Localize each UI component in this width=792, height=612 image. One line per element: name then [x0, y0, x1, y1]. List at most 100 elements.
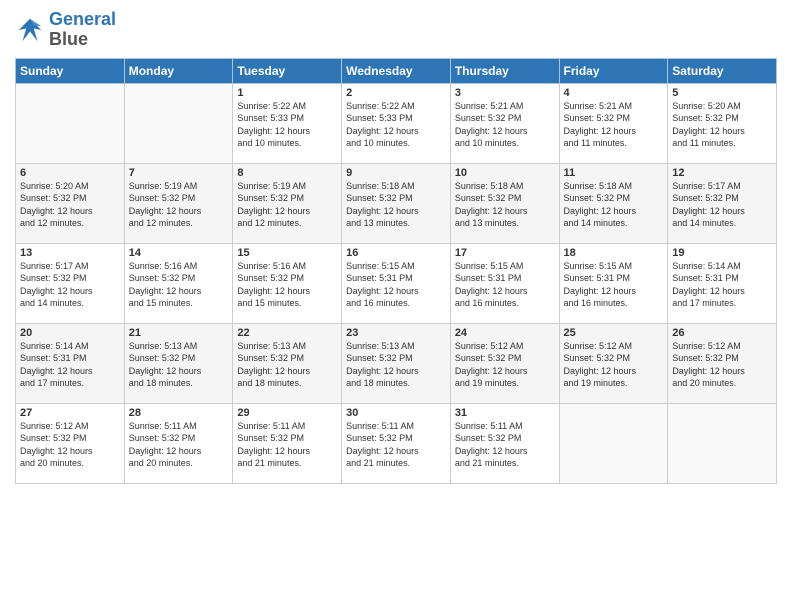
calendar-cell: 21Sunrise: 5:13 AMSunset: 5:32 PMDayligh… [124, 323, 233, 403]
cell-info: Sunrise: 5:14 AMSunset: 5:31 PMDaylight:… [20, 340, 120, 390]
day-number: 16 [346, 247, 446, 259]
cell-info: Sunrise: 5:21 AMSunset: 5:32 PMDaylight:… [455, 100, 555, 150]
calendar-cell: 23Sunrise: 5:13 AMSunset: 5:32 PMDayligh… [342, 323, 451, 403]
cell-info: Sunrise: 5:22 AMSunset: 5:33 PMDaylight:… [237, 100, 337, 150]
day-number: 5 [672, 87, 772, 99]
cell-info: Sunrise: 5:16 AMSunset: 5:32 PMDaylight:… [237, 260, 337, 310]
calendar-cell [16, 83, 125, 163]
day-number: 6 [20, 167, 120, 179]
weekday-header-row: SundayMondayTuesdayWednesdayThursdayFrid… [16, 58, 777, 83]
day-number: 20 [20, 327, 120, 339]
day-number: 11 [564, 167, 664, 179]
weekday-header-wednesday: Wednesday [342, 58, 451, 83]
cell-info: Sunrise: 5:15 AMSunset: 5:31 PMDaylight:… [455, 260, 555, 310]
calendar-cell: 13Sunrise: 5:17 AMSunset: 5:32 PMDayligh… [16, 243, 125, 323]
cell-info: Sunrise: 5:17 AMSunset: 5:32 PMDaylight:… [672, 180, 772, 230]
calendar-cell: 3Sunrise: 5:21 AMSunset: 5:32 PMDaylight… [450, 83, 559, 163]
cell-info: Sunrise: 5:12 AMSunset: 5:32 PMDaylight:… [455, 340, 555, 390]
logo-icon [15, 15, 45, 45]
day-number: 19 [672, 247, 772, 259]
calendar-cell: 26Sunrise: 5:12 AMSunset: 5:32 PMDayligh… [668, 323, 777, 403]
cell-info: Sunrise: 5:13 AMSunset: 5:32 PMDaylight:… [346, 340, 446, 390]
calendar-cell: 30Sunrise: 5:11 AMSunset: 5:32 PMDayligh… [342, 403, 451, 483]
logo-text: General Blue [49, 10, 116, 50]
cell-info: Sunrise: 5:12 AMSunset: 5:32 PMDaylight:… [564, 340, 664, 390]
calendar-cell: 14Sunrise: 5:16 AMSunset: 5:32 PMDayligh… [124, 243, 233, 323]
calendar-cell: 6Sunrise: 5:20 AMSunset: 5:32 PMDaylight… [16, 163, 125, 243]
calendar-cell: 17Sunrise: 5:15 AMSunset: 5:31 PMDayligh… [450, 243, 559, 323]
day-number: 21 [129, 327, 229, 339]
calendar-cell: 28Sunrise: 5:11 AMSunset: 5:32 PMDayligh… [124, 403, 233, 483]
cell-info: Sunrise: 5:19 AMSunset: 5:32 PMDaylight:… [237, 180, 337, 230]
calendar-cell: 16Sunrise: 5:15 AMSunset: 5:31 PMDayligh… [342, 243, 451, 323]
cell-info: Sunrise: 5:18 AMSunset: 5:32 PMDaylight:… [564, 180, 664, 230]
logo: General Blue [15, 10, 116, 50]
cell-info: Sunrise: 5:21 AMSunset: 5:32 PMDaylight:… [564, 100, 664, 150]
day-number: 9 [346, 167, 446, 179]
cell-info: Sunrise: 5:11 AMSunset: 5:32 PMDaylight:… [346, 420, 446, 470]
calendar: SundayMondayTuesdayWednesdayThursdayFrid… [15, 58, 777, 484]
calendar-cell: 27Sunrise: 5:12 AMSunset: 5:32 PMDayligh… [16, 403, 125, 483]
calendar-cell: 1Sunrise: 5:22 AMSunset: 5:33 PMDaylight… [233, 83, 342, 163]
calendar-cell: 7Sunrise: 5:19 AMSunset: 5:32 PMDaylight… [124, 163, 233, 243]
calendar-cell: 25Sunrise: 5:12 AMSunset: 5:32 PMDayligh… [559, 323, 668, 403]
day-number: 22 [237, 327, 337, 339]
weekday-header-monday: Monday [124, 58, 233, 83]
day-number: 4 [564, 87, 664, 99]
week-row-5: 27Sunrise: 5:12 AMSunset: 5:32 PMDayligh… [16, 403, 777, 483]
cell-info: Sunrise: 5:20 AMSunset: 5:32 PMDaylight:… [20, 180, 120, 230]
cell-info: Sunrise: 5:22 AMSunset: 5:33 PMDaylight:… [346, 100, 446, 150]
cell-info: Sunrise: 5:11 AMSunset: 5:32 PMDaylight:… [237, 420, 337, 470]
week-row-2: 6Sunrise: 5:20 AMSunset: 5:32 PMDaylight… [16, 163, 777, 243]
calendar-cell: 4Sunrise: 5:21 AMSunset: 5:32 PMDaylight… [559, 83, 668, 163]
cell-info: Sunrise: 5:11 AMSunset: 5:32 PMDaylight:… [455, 420, 555, 470]
cell-info: Sunrise: 5:14 AMSunset: 5:31 PMDaylight:… [672, 260, 772, 310]
calendar-cell: 15Sunrise: 5:16 AMSunset: 5:32 PMDayligh… [233, 243, 342, 323]
calendar-cell [124, 83, 233, 163]
week-row-3: 13Sunrise: 5:17 AMSunset: 5:32 PMDayligh… [16, 243, 777, 323]
cell-info: Sunrise: 5:12 AMSunset: 5:32 PMDaylight:… [20, 420, 120, 470]
page: General Blue SundayMondayTuesdayWednesda… [0, 0, 792, 612]
weekday-header-saturday: Saturday [668, 58, 777, 83]
cell-info: Sunrise: 5:18 AMSunset: 5:32 PMDaylight:… [346, 180, 446, 230]
cell-info: Sunrise: 5:11 AMSunset: 5:32 PMDaylight:… [129, 420, 229, 470]
week-row-1: 1Sunrise: 5:22 AMSunset: 5:33 PMDaylight… [16, 83, 777, 163]
day-number: 29 [237, 407, 337, 419]
calendar-cell [668, 403, 777, 483]
cell-info: Sunrise: 5:15 AMSunset: 5:31 PMDaylight:… [564, 260, 664, 310]
calendar-cell: 2Sunrise: 5:22 AMSunset: 5:33 PMDaylight… [342, 83, 451, 163]
cell-info: Sunrise: 5:15 AMSunset: 5:31 PMDaylight:… [346, 260, 446, 310]
cell-info: Sunrise: 5:17 AMSunset: 5:32 PMDaylight:… [20, 260, 120, 310]
day-number: 12 [672, 167, 772, 179]
calendar-cell: 5Sunrise: 5:20 AMSunset: 5:32 PMDaylight… [668, 83, 777, 163]
day-number: 26 [672, 327, 772, 339]
day-number: 13 [20, 247, 120, 259]
cell-info: Sunrise: 5:13 AMSunset: 5:32 PMDaylight:… [237, 340, 337, 390]
weekday-header-sunday: Sunday [16, 58, 125, 83]
calendar-cell: 24Sunrise: 5:12 AMSunset: 5:32 PMDayligh… [450, 323, 559, 403]
calendar-cell [559, 403, 668, 483]
calendar-cell: 12Sunrise: 5:17 AMSunset: 5:32 PMDayligh… [668, 163, 777, 243]
calendar-cell: 18Sunrise: 5:15 AMSunset: 5:31 PMDayligh… [559, 243, 668, 323]
day-number: 2 [346, 87, 446, 99]
weekday-header-friday: Friday [559, 58, 668, 83]
week-row-4: 20Sunrise: 5:14 AMSunset: 5:31 PMDayligh… [16, 323, 777, 403]
cell-info: Sunrise: 5:19 AMSunset: 5:32 PMDaylight:… [129, 180, 229, 230]
day-number: 31 [455, 407, 555, 419]
weekday-header-thursday: Thursday [450, 58, 559, 83]
day-number: 3 [455, 87, 555, 99]
cell-info: Sunrise: 5:16 AMSunset: 5:32 PMDaylight:… [129, 260, 229, 310]
day-number: 10 [455, 167, 555, 179]
calendar-cell: 10Sunrise: 5:18 AMSunset: 5:32 PMDayligh… [450, 163, 559, 243]
calendar-cell: 9Sunrise: 5:18 AMSunset: 5:32 PMDaylight… [342, 163, 451, 243]
calendar-cell: 19Sunrise: 5:14 AMSunset: 5:31 PMDayligh… [668, 243, 777, 323]
day-number: 23 [346, 327, 446, 339]
day-number: 17 [455, 247, 555, 259]
calendar-cell: 31Sunrise: 5:11 AMSunset: 5:32 PMDayligh… [450, 403, 559, 483]
calendar-cell: 8Sunrise: 5:19 AMSunset: 5:32 PMDaylight… [233, 163, 342, 243]
calendar-cell: 11Sunrise: 5:18 AMSunset: 5:32 PMDayligh… [559, 163, 668, 243]
day-number: 27 [20, 407, 120, 419]
day-number: 1 [237, 87, 337, 99]
cell-info: Sunrise: 5:20 AMSunset: 5:32 PMDaylight:… [672, 100, 772, 150]
day-number: 30 [346, 407, 446, 419]
